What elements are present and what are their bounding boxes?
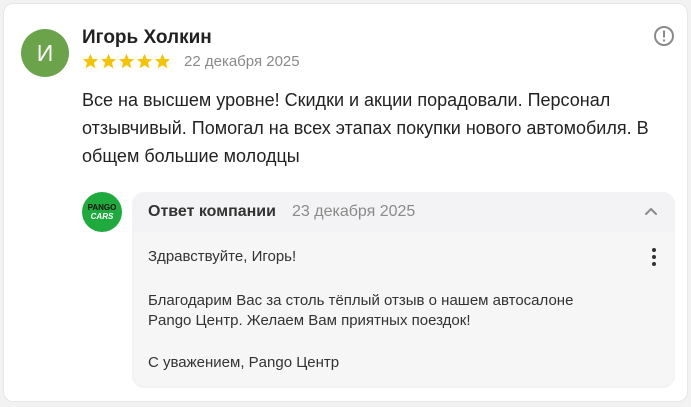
logo-text-bottom: CARS — [90, 211, 114, 221]
info-icon[interactable] — [653, 25, 675, 47]
avatar[interactable]: И — [21, 29, 69, 77]
reply-header-toggle[interactable]: Ответ компании 23 декабря 2025 — [132, 192, 675, 232]
author-name[interactable]: Игорь Холкин — [82, 27, 212, 49]
reply-date: 23 декабря 2025 — [292, 203, 416, 220]
star-icon — [118, 53, 135, 69]
company-logo: PANGO CARS — [82, 192, 122, 232]
reply-text-line: Pango Центр. Желаем Вам приятных поездок… — [148, 312, 471, 329]
reply-signature: С уважением, Pango Центр — [148, 354, 340, 371]
review-card: И Игорь Холкин 22 декабря 2025 Все на вы… — [3, 3, 688, 402]
reply-greeting: Здравствуйте, Игорь! — [148, 248, 297, 265]
more-vertical-icon[interactable] — [650, 246, 658, 268]
review-date: 22 декабря 2025 — [184, 53, 300, 70]
avatar-initial: И — [36, 39, 54, 66]
reply-body: Здравствуйте, Игорь! Благодарим Вас за с… — [134, 232, 674, 386]
star-icon — [100, 53, 117, 69]
reply-text-line: Благодарим Вас за столь тёплый отзыв о н… — [148, 292, 574, 309]
star-icon — [154, 53, 171, 69]
star-icon — [82, 53, 99, 69]
reply-title: Ответ компании — [148, 203, 276, 220]
company-reply: Ответ компании 23 декабря 2025 Здравству… — [132, 192, 675, 388]
rating-stars — [82, 53, 171, 70]
chevron-up-icon[interactable] — [644, 206, 658, 216]
star-icon — [136, 53, 153, 69]
review-text: Все на высшем уровне! Скидки и акции пор… — [82, 90, 649, 166]
logo-text-top: PANGO — [87, 202, 117, 212]
